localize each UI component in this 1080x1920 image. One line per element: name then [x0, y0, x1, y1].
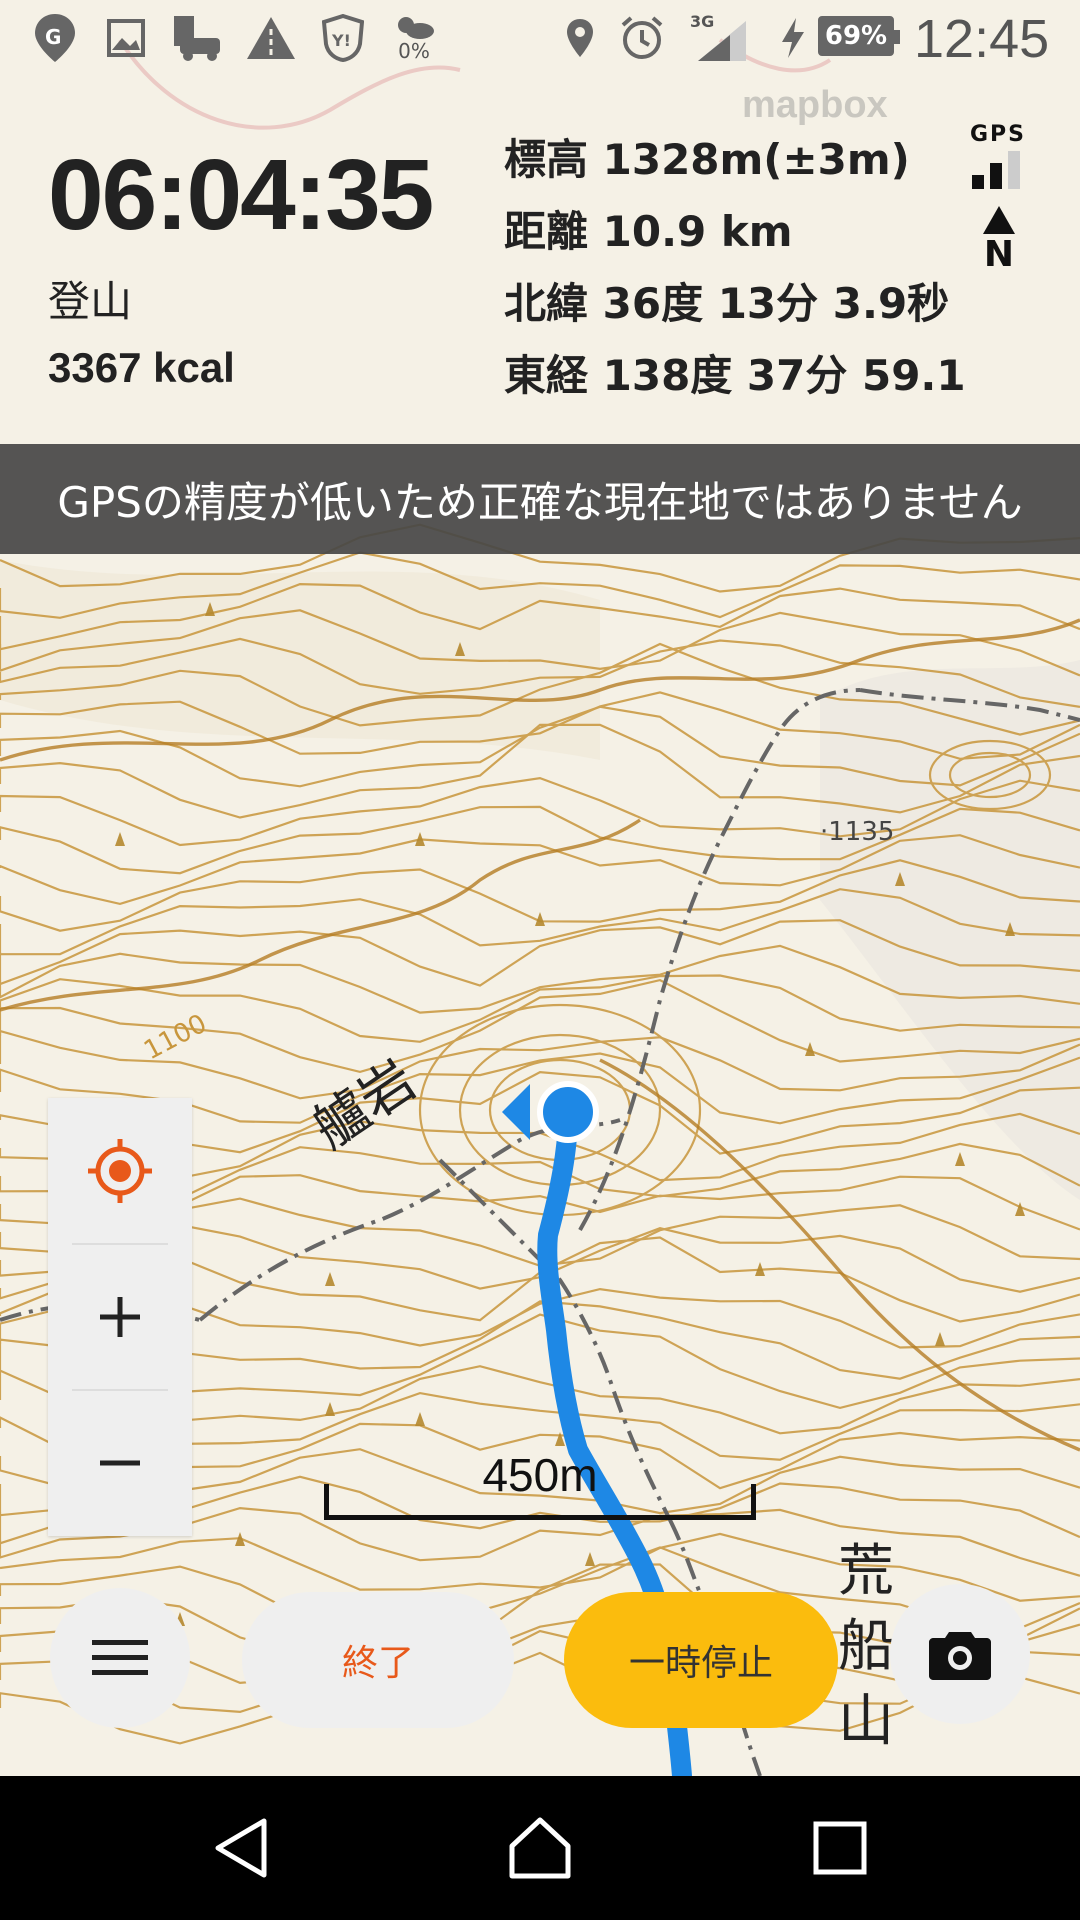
- distance-readout: 距離 10.9 km: [504, 207, 793, 256]
- current-location-dot: [537, 1081, 599, 1143]
- back-triangle-icon: [215, 1818, 267, 1878]
- activity-type: 登山: [48, 277, 133, 326]
- target-icon: [88, 1139, 152, 1203]
- zoom-in-button[interactable]: [48, 1244, 192, 1390]
- maps-notification-icon: G: [30, 10, 80, 66]
- home-button[interactable]: [460, 1776, 620, 1920]
- svg-text:Y!: Y!: [331, 31, 351, 50]
- camera-icon: [929, 1632, 991, 1680]
- recents-button[interactable]: [760, 1776, 920, 1920]
- back-button[interactable]: [162, 1776, 322, 1920]
- gps-signal-indicator: GPS: [966, 122, 1030, 195]
- pause-button[interactable]: 一時停止: [564, 1592, 838, 1728]
- location-icon: [562, 10, 598, 66]
- image-notification-icon: [104, 10, 148, 66]
- hamburger-menu-icon: [92, 1640, 148, 1675]
- system-navigation-bar: [0, 1776, 1080, 1920]
- alarm-icon: [618, 10, 666, 66]
- yahoo-shield-icon: Y!: [320, 10, 366, 66]
- tracking-stats-panel: 06:04:35 登山 3367 kcal 標高 1328m(±3m) 距離 1…: [0, 76, 1080, 444]
- parking-notification-icon: [172, 10, 222, 66]
- calories: 3367 kcal: [48, 344, 235, 391]
- zoom-out-button[interactable]: [48, 1390, 192, 1536]
- plus-icon: [100, 1297, 140, 1337]
- map-mountain-label-2: 船: [838, 1614, 894, 1679]
- north-label: N: [983, 234, 1015, 275]
- battery-level: 69%: [824, 21, 888, 51]
- svg-text:G: G: [45, 25, 61, 49]
- map-mountain-label-1: 荒: [838, 1539, 894, 1604]
- weather-icon: 0%: [388, 10, 440, 66]
- locate-button[interactable]: [48, 1098, 192, 1244]
- gps-warning-text: GPSの精度が低いため正確な現在地ではありません: [57, 477, 1023, 527]
- map-scale-bar: [324, 1484, 756, 1520]
- map-controls: [48, 1098, 192, 1536]
- network-type-label: 3G: [690, 13, 714, 31]
- latitude-readout: 北緯 36度 13分 3.9秒: [504, 279, 950, 328]
- end-button-label: 終了: [341, 1643, 414, 1684]
- end-button[interactable]: 終了: [242, 1592, 514, 1728]
- weather-percent: 0%: [398, 39, 430, 63]
- road-notification-icon: [244, 10, 298, 66]
- minus-icon: [100, 1460, 140, 1466]
- gps-signal-bars-icon: [972, 151, 1020, 189]
- north-arrow-icon: [983, 206, 1015, 234]
- camera-button[interactable]: [890, 1584, 1030, 1724]
- home-icon: [509, 1817, 571, 1879]
- longitude-readout: 東経 138度 37分 59.1: [504, 351, 966, 400]
- menu-button[interactable]: [50, 1588, 190, 1728]
- status-time: 12:45: [914, 9, 1050, 69]
- battery-indicator: 69%: [818, 16, 900, 56]
- gps-accuracy-warning: GPSの精度が低いため正確な現在地ではありません: [0, 444, 1080, 554]
- signal-icon: 3G: [690, 10, 748, 66]
- map-spot-height-label: ·1135: [820, 817, 894, 847]
- map-mountain-label-3: 山: [838, 1689, 894, 1754]
- gps-label: GPS: [969, 122, 1027, 147]
- compass-north-indicator[interactable]: N: [974, 204, 1024, 275]
- charging-icon: [778, 10, 808, 66]
- altitude-readout: 標高 1328m(±3m): [504, 135, 910, 184]
- pause-button-label: 一時停止: [628, 1643, 773, 1684]
- recents-icon: [813, 1821, 867, 1875]
- status-bar: G Y! 0% 3G 69% 12:45: [0, 0, 1080, 76]
- elapsed-time: 06:04:35: [48, 139, 434, 251]
